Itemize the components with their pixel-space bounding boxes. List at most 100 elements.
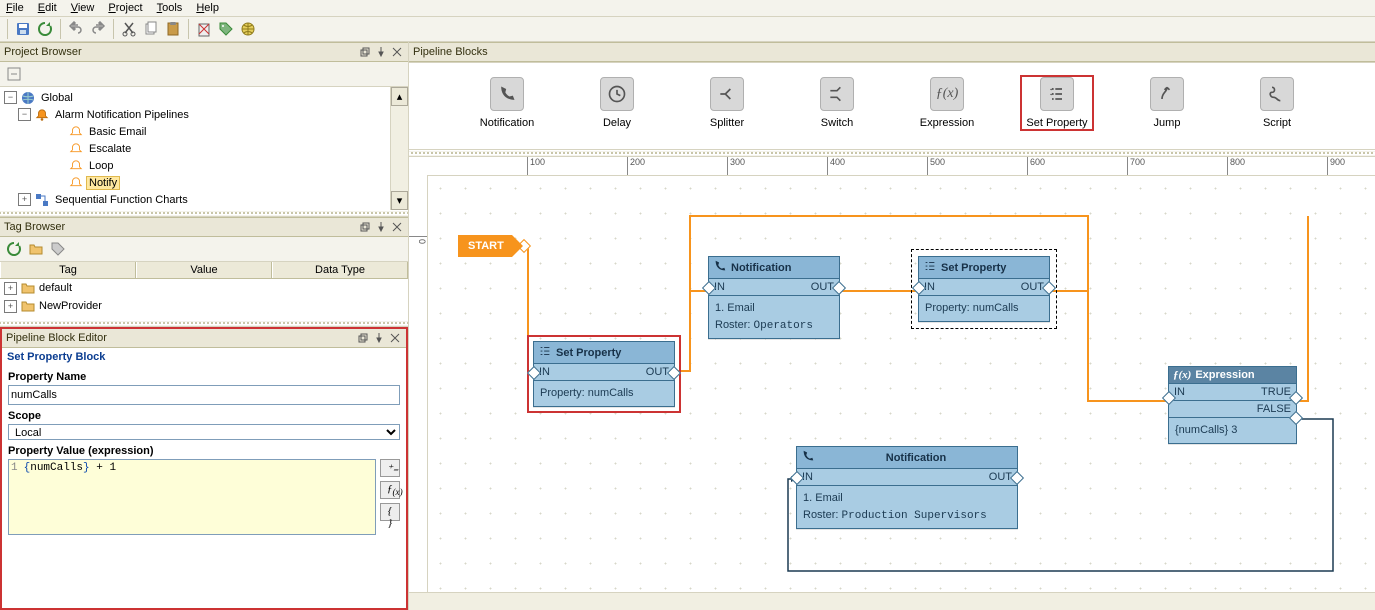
main-toolbar — [0, 17, 1375, 42]
globe-icon — [20, 90, 36, 106]
tree-item-selected[interactable]: Notify — [87, 177, 119, 189]
scroll-up-icon[interactable]: ▴ — [391, 87, 408, 106]
tree-expand-icon[interactable]: − — [4, 91, 17, 104]
expr-insert-btn[interactable]: ⁺₌ — [380, 459, 400, 477]
tag-refresh-icon[interactable] — [4, 239, 24, 259]
tree-item[interactable]: Basic Email — [87, 126, 148, 138]
project-browser-panel: Project Browser −Global −Alarm Notificat… — [0, 42, 408, 217]
bell-icon — [68, 124, 84, 140]
restore-icon[interactable] — [358, 45, 372, 59]
close-icon[interactable] — [390, 220, 404, 234]
bell-icon — [68, 141, 84, 157]
menu-file[interactable]: FFileile — [6, 2, 24, 14]
tree-collapse-plus-icon[interactable]: + — [4, 300, 17, 313]
menu-project[interactable]: Project — [108, 2, 142, 14]
globe-icon[interactable] — [238, 19, 258, 39]
expr-brace-btn[interactable]: { } — [380, 503, 400, 521]
jump-icon — [1150, 77, 1184, 111]
tag-browser-title: Tag Browser — [4, 221, 356, 233]
prop-name-input[interactable] — [8, 385, 400, 405]
project-browser-title: Project Browser — [4, 46, 356, 58]
refresh-icon[interactable] — [35, 19, 55, 39]
tag-folder-icon[interactable] — [26, 239, 46, 259]
menu-edit[interactable]: Edit — [38, 2, 57, 14]
pin-icon[interactable] — [374, 220, 388, 234]
restore-icon[interactable] — [356, 331, 370, 345]
delete-icon[interactable] — [194, 19, 214, 39]
project-tree[interactable]: −Global −Alarm Notification Pipelines Ba… — [0, 87, 390, 210]
phone-icon — [490, 77, 524, 111]
expr-fx-btn[interactable]: ƒ(x) — [380, 481, 400, 499]
pipeline-canvas[interactable]: START Set Property INOUT Property: numCa… — [428, 176, 1375, 592]
redo-icon[interactable] — [88, 19, 108, 39]
script-icon — [1260, 77, 1294, 111]
panel-gripper[interactable] — [0, 210, 408, 217]
close-icon[interactable] — [388, 331, 402, 345]
block-set-property-2[interactable]: Set Property INOUT Property: numCalls — [918, 256, 1050, 322]
scope-select[interactable]: Local — [8, 424, 400, 440]
start-block[interactable]: START — [458, 235, 512, 257]
block-expression[interactable]: ƒ(x)Expression INTRUE FALSE {numCalls} 3 — [1168, 366, 1297, 444]
scroll-down-icon[interactable]: ▾ — [391, 191, 408, 210]
tree-expand-icon[interactable]: − — [18, 108, 31, 121]
pipeline-block-editor-panel: Pipeline Block Editor Set Property Block… — [0, 327, 408, 610]
close-icon[interactable] — [390, 45, 404, 59]
tag-row[interactable]: +default — [0, 279, 408, 297]
copy-icon[interactable] — [141, 19, 161, 39]
list-icon — [1040, 77, 1074, 111]
menu-help[interactable]: Help — [196, 2, 219, 14]
block-notification-2[interactable]: Notification INOUT 1. EmailRoster: Produ… — [796, 446, 1018, 529]
tree-sfc[interactable]: Sequential Function Charts — [53, 194, 190, 206]
tree-collapse-icon[interactable] — [4, 64, 24, 84]
phone-icon — [713, 259, 727, 276]
tree-root[interactable]: Global — [39, 92, 75, 104]
palette-switch[interactable]: Switch — [802, 77, 872, 129]
expr-textarea[interactable]: 1{numCalls} + 1 — [8, 459, 376, 535]
bell-icon — [68, 158, 84, 174]
tree-item[interactable]: Escalate — [87, 143, 133, 155]
tree-collapse-plus-icon[interactable]: + — [4, 282, 17, 295]
tag-icon[interactable] — [216, 19, 236, 39]
splitter-icon — [710, 77, 744, 111]
undo-icon[interactable] — [66, 19, 86, 39]
tag-row[interactable]: + NewProvider — [0, 297, 408, 315]
cut-icon[interactable] — [119, 19, 139, 39]
tag-browser-panel: Tag Browser Tag Value Data Type — [0, 217, 408, 327]
palette-set-property[interactable]: Set Property — [1022, 77, 1092, 129]
restore-icon[interactable] — [358, 220, 372, 234]
panel-gripper[interactable] — [0, 320, 408, 327]
menubar: FFileile Edit View Project Tools Help — [0, 0, 1375, 17]
palette-script[interactable]: Script — [1242, 77, 1312, 129]
tree-pipelines-folder[interactable]: Alarm Notification Pipelines — [53, 109, 191, 121]
menu-tools[interactable]: Tools — [157, 2, 183, 14]
tree-collapse-plus-icon[interactable]: + — [18, 193, 31, 206]
pin-icon[interactable] — [374, 45, 388, 59]
tag-col-type[interactable]: Data Type — [272, 262, 408, 278]
tag-name: NewProvider — [39, 300, 102, 312]
bell-icon — [34, 107, 50, 123]
palette-delay[interactable]: Delay — [582, 77, 652, 129]
tag-col-value[interactable]: Value — [136, 262, 272, 278]
sfc-icon — [34, 192, 50, 208]
palette-jump[interactable]: Jump — [1132, 77, 1202, 129]
tag-add-icon[interactable] — [48, 239, 68, 259]
folder-icon — [20, 280, 36, 296]
palette-expression[interactable]: ƒ(x)Expression — [912, 77, 982, 129]
project-browser-scrollbar[interactable]: ▴ ▾ — [390, 87, 408, 210]
block-notification-1[interactable]: Notification INOUT 1. EmailRoster: Opera… — [708, 256, 840, 339]
tag-table-header: Tag Value Data Type — [0, 262, 408, 279]
palette-gripper[interactable] — [409, 150, 1375, 157]
canvas-scrollbar-h[interactable] — [409, 592, 1375, 610]
pipeline-blocks-title: Pipeline Blocks — [413, 46, 1371, 58]
pin-icon[interactable] — [372, 331, 386, 345]
save-icon[interactable] — [13, 19, 33, 39]
palette-splitter[interactable]: Splitter — [692, 77, 762, 129]
tree-item[interactable]: Loop — [87, 160, 115, 172]
block-set-property-1[interactable]: Set Property INOUT Property: numCalls — [533, 341, 675, 407]
menu-view[interactable]: View — [71, 2, 95, 14]
palette-notification[interactable]: Notification — [472, 77, 542, 129]
tag-col-tag[interactable]: Tag — [0, 262, 136, 278]
paste-icon[interactable] — [163, 19, 183, 39]
tag-table-body: +default + NewProvider — [0, 279, 408, 320]
expr-label: Property Value (expression) — [8, 445, 400, 457]
